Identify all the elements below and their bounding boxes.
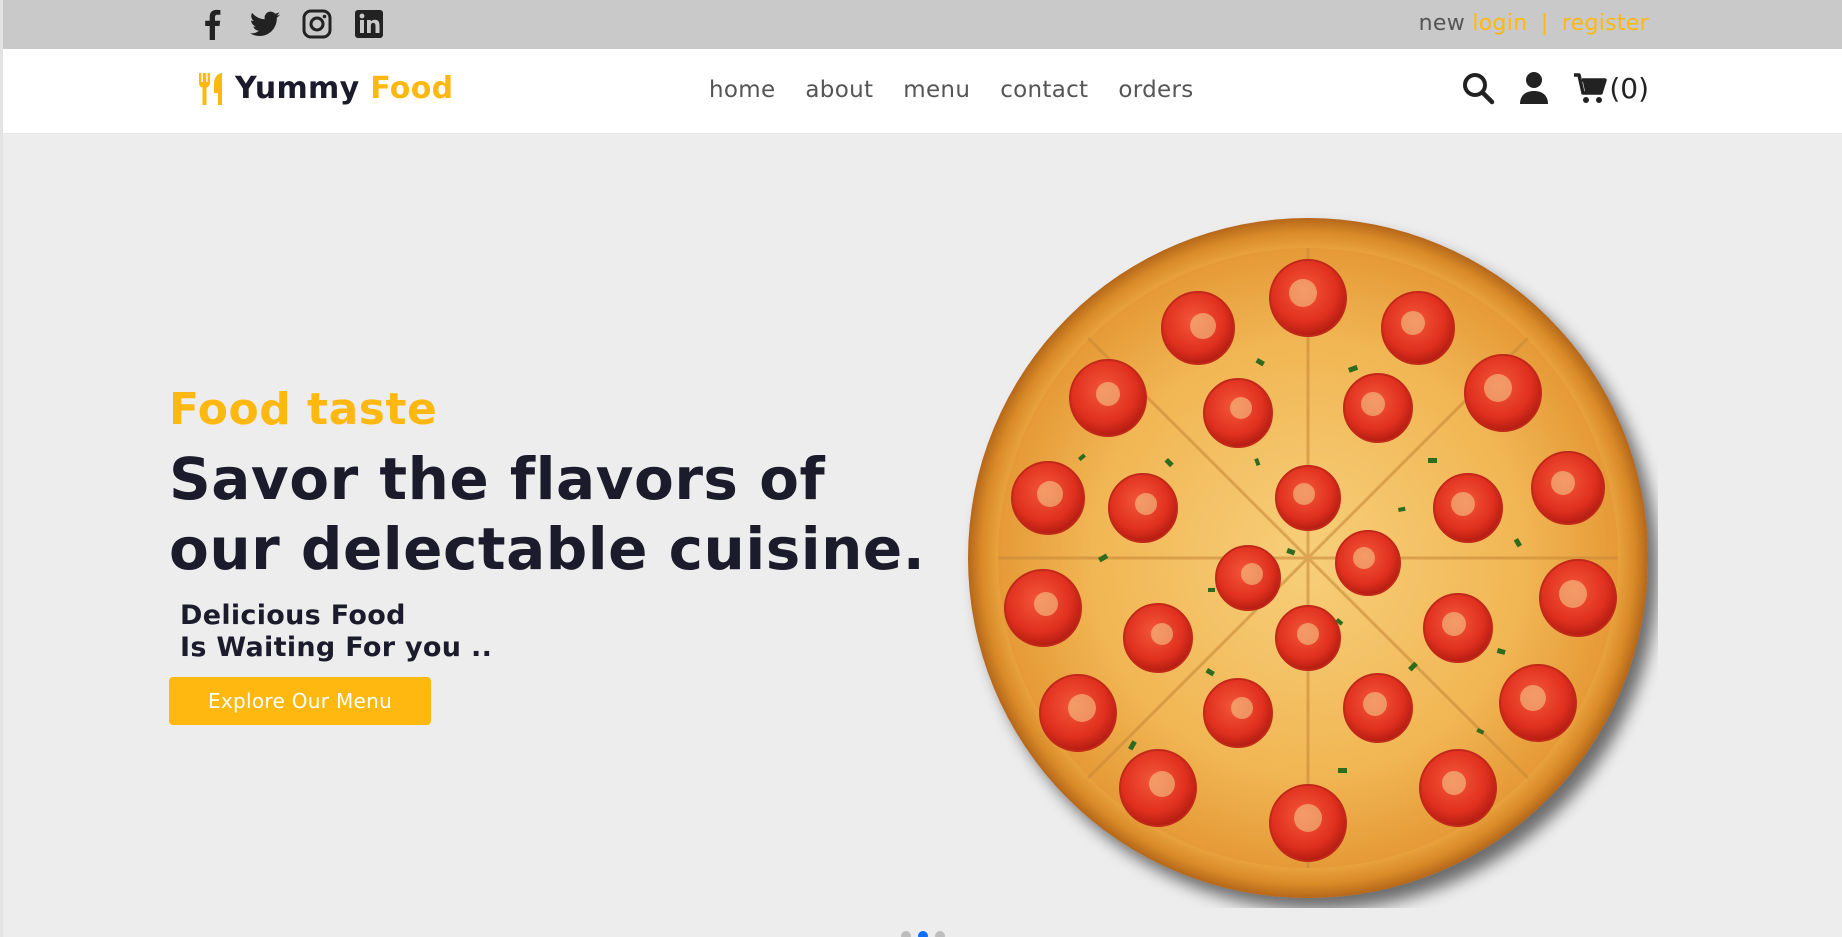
hero-tagline-line-2: Is Waiting For you .. <box>180 632 493 663</box>
cart-button[interactable]: (0) <box>1573 71 1649 105</box>
auth-prefix: new <box>1418 11 1466 36</box>
brand-logo[interactable]: Yummy Food <box>197 71 453 106</box>
cart-icon <box>1573 71 1608 105</box>
carousel-dot-2[interactable] <box>918 931 928 937</box>
brand-word-2: Food <box>370 71 454 106</box>
instagram-icon[interactable] <box>301 8 333 40</box>
nav-contact[interactable]: contact <box>1000 77 1088 103</box>
nav-home[interactable]: home <box>709 77 775 103</box>
user-tools: (0) <box>1461 71 1649 105</box>
nav-menu[interactable]: menu <box>903 77 970 103</box>
social-links <box>197 8 385 40</box>
hero-headline-line-2: our delectable cuisine. <box>169 515 926 583</box>
pizza-image <box>958 208 1658 908</box>
carousel-indicators <box>901 931 945 937</box>
hero-section: Food taste Savor the flavors of our dele… <box>3 134 1842 937</box>
brand-word-1: Yummy <box>235 71 360 106</box>
search-icon[interactable] <box>1461 71 1495 105</box>
carousel-dot-3[interactable] <box>935 931 945 937</box>
login-link[interactable]: login <box>1472 11 1527 36</box>
brand-name: Yummy Food <box>235 71 453 106</box>
nav-about[interactable]: about <box>805 77 873 103</box>
hero-headline: Savor the flavors of our delectable cuis… <box>169 444 949 584</box>
hero-headline-line-1: Savor the flavors of <box>169 445 826 513</box>
hero-tagline: Delicious Food Is Waiting For you .. <box>180 600 492 664</box>
utensils-icon <box>197 72 227 106</box>
nav-orders[interactable]: orders <box>1118 77 1193 103</box>
twitter-icon[interactable] <box>249 8 281 40</box>
auth-links: new login | register <box>1419 11 1649 36</box>
register-link[interactable]: register <box>1562 11 1649 36</box>
linkedin-icon[interactable] <box>353 8 385 40</box>
cart-count: (0) <box>1609 71 1649 105</box>
top-bar: new login | register <box>3 0 1842 49</box>
main-nav: home about menu contact orders <box>709 77 1194 103</box>
page: new login | register Yummy Food home abo… <box>0 0 1842 937</box>
explore-menu-button[interactable]: Explore Our Menu <box>169 677 431 725</box>
auth-separator: | <box>1540 11 1549 36</box>
hero-kicker: Food taste <box>169 384 438 435</box>
facebook-icon[interactable] <box>197 8 229 40</box>
user-icon[interactable] <box>1517 71 1551 105</box>
main-header: Yummy Food home about menu contact order… <box>3 49 1842 134</box>
hero-tagline-line-1: Delicious Food <box>180 600 406 631</box>
carousel-dot-1[interactable] <box>901 931 911 937</box>
